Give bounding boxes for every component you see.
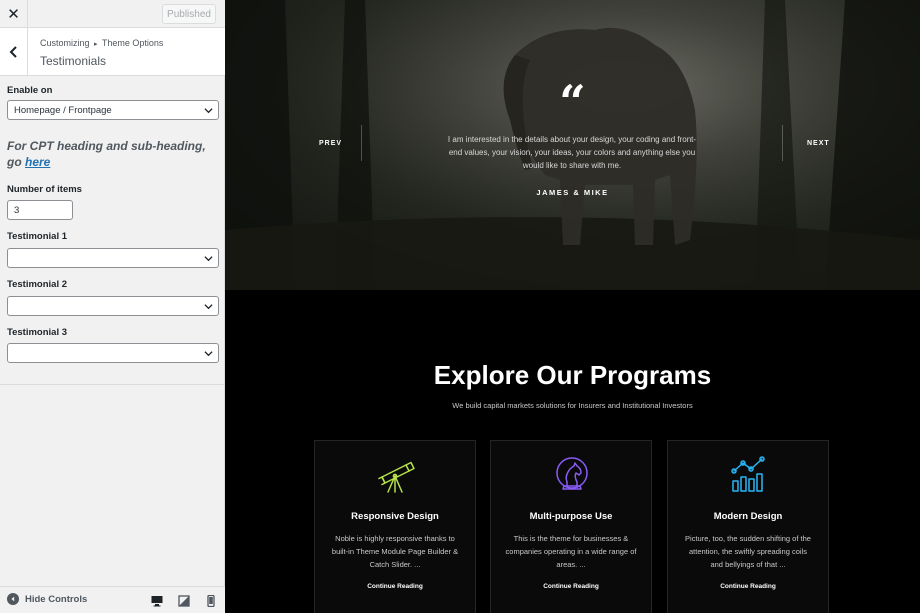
- chevron-down-icon: [204, 304, 213, 310]
- publish-button[interactable]: Published: [162, 4, 216, 24]
- chevron-left-icon: [9, 46, 17, 58]
- number-of-items-input[interactable]: 3: [7, 200, 73, 220]
- testimonial-3-select[interactable]: [7, 343, 219, 363]
- controls-list: Enable on Homepage / Frontpage For CPT h…: [7, 85, 219, 363]
- card-title: Responsive Design: [351, 511, 439, 522]
- enable-on-select[interactable]: Homepage / Frontpage: [7, 100, 219, 120]
- breadcrumb-separator: ▸: [94, 41, 98, 48]
- programs-subtitle: We build capital markets solutions for I…: [452, 401, 693, 410]
- breadcrumb: Customizing ▸ Theme Options: [40, 38, 163, 48]
- card-title: Modern Design: [713, 511, 783, 522]
- customizer-panel: ✕ Published Customizing ▸ Theme Options …: [0, 0, 225, 613]
- chess-knight-icon: [556, 457, 588, 490]
- testimonial-author: JAMES & MIKE: [536, 188, 609, 197]
- continue-reading-link[interactable]: Continue Reading: [491, 583, 651, 590]
- next-divider: [782, 125, 783, 161]
- continue-reading-link[interactable]: Continue Reading: [315, 583, 475, 590]
- next-button[interactable]: NEXT: [807, 140, 830, 147]
- tablet-preview-button[interactable]: [177, 594, 191, 607]
- program-card: Multi-purpose Use This is the theme for …: [490, 440, 652, 613]
- enable-on-label: Enable on: [7, 85, 53, 96]
- programs-title: Explore Our Programs: [433, 360, 712, 390]
- testimonial-1-select[interactable]: [7, 248, 219, 268]
- desktop-preview-button[interactable]: [150, 594, 164, 607]
- enable-on-value: Homepage / Frontpage: [14, 105, 112, 116]
- site-preview: “ I am interested in the details about y…: [225, 0, 920, 613]
- panel-divider: [0, 384, 225, 385]
- quote-icon: “: [559, 75, 586, 129]
- tablet-icon: [178, 594, 190, 607]
- close-icon[interactable]: ✕: [0, 0, 28, 28]
- analytics-chart-icon: [731, 456, 765, 492]
- breadcrumb-current: Theme Options: [101, 38, 164, 48]
- continue-reading-link[interactable]: Continue Reading: [668, 583, 828, 590]
- testimonial-quote: I am interested in the details about you…: [447, 135, 697, 170]
- testimonial-1-label: Testimonial 1: [7, 231, 68, 242]
- mobile-icon: [207, 594, 215, 607]
- section-header: Customizing ▸ Theme Options Testimonials: [0, 28, 225, 76]
- testimonial-2-label: Testimonial 2: [7, 279, 68, 290]
- cpt-note-link[interactable]: here: [25, 155, 50, 169]
- program-card: Modern Design Picture, too, the sudden s…: [667, 440, 829, 613]
- program-card: Responsive Design Noble is highly respon…: [314, 440, 476, 613]
- customizer-topbar: ✕ Published: [0, 0, 225, 28]
- chevron-down-icon: [204, 108, 213, 114]
- customizer-footer: Hide Controls: [0, 586, 225, 613]
- card-text: Noble is highly responsive thanks to bui…: [331, 534, 459, 569]
- section-title: Testimonials: [40, 54, 107, 68]
- testimonial-2-select[interactable]: [7, 296, 219, 316]
- card-text: Picture, too, the sudden shifting of the…: [685, 534, 811, 569]
- number-of-items-label: Number of items: [7, 184, 82, 195]
- collapse-arrow-icon: [7, 593, 19, 605]
- cpt-note: For CPT heading and sub-heading, go here: [7, 138, 219, 170]
- prev-button[interactable]: PREV: [319, 140, 342, 147]
- prev-divider: [361, 125, 362, 161]
- card-title: Multi-purpose Use: [529, 511, 613, 522]
- chevron-down-icon: [204, 256, 213, 262]
- hide-controls-button[interactable]: Hide Controls: [7, 593, 87, 605]
- chevron-down-icon: [204, 351, 213, 357]
- back-button[interactable]: [0, 28, 28, 76]
- breadcrumb-parent: Customizing: [40, 38, 90, 48]
- desktop-icon: [151, 595, 163, 606]
- card-text: This is the theme for businesses & compa…: [505, 534, 637, 569]
- testimonial-hero: “ I am interested in the details about y…: [225, 0, 920, 290]
- testimonial-3-label: Testimonial 3: [7, 327, 68, 338]
- telescope-icon: [378, 461, 415, 493]
- mobile-preview-button[interactable]: [204, 594, 218, 607]
- hide-controls-label: Hide Controls: [25, 593, 88, 605]
